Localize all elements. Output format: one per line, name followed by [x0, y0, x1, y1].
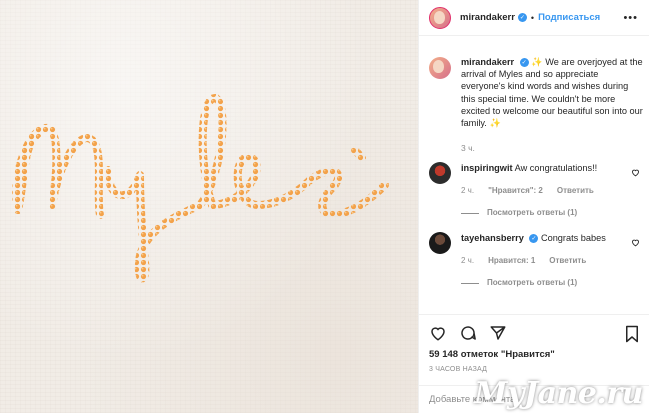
verified-badge-icon: ✓ — [529, 234, 539, 244]
comment-meta: 2 ч. Нравится: 1 Ответить — [461, 255, 621, 268]
comment-bubble-icon[interactable] — [459, 324, 477, 342]
view-replies-button[interactable]: Посмотреть ответы (1) — [461, 207, 621, 220]
view-replies-label[interactable]: Посмотреть ответы (1) — [487, 207, 577, 220]
comment-username[interactable]: inspiringwit — [461, 163, 513, 173]
comment-time[interactable]: 2 ч. — [461, 185, 474, 198]
commenter-avatar[interactable] — [429, 162, 451, 184]
author-avatar[interactable] — [429, 6, 451, 29]
view-replies-button[interactable]: Посмотреть ответы (1) — [461, 277, 621, 290]
caption-avatar[interactable] — [429, 57, 451, 79]
post-side-panel: mirandakerr ✓ • Подписаться ••• mirandak… — [418, 0, 649, 413]
posted-time[interactable]: 3 ЧАСОВ НАЗАД — [429, 366, 487, 373]
replies-divider — [461, 282, 479, 284]
more-horizontal-icon[interactable]: ••• — [623, 12, 638, 24]
sparkles-emoji-icon: ✨ — [489, 118, 501, 129]
post-header: mirandakerr ✓ • Подписаться ••• — [419, 0, 649, 36]
separator-dot: • — [530, 12, 535, 23]
caption-text-block: mirandakerr ✓ ✨ We are overjoyed at the … — [461, 56, 644, 129]
post-photo[interactable] — [0, 0, 418, 413]
caption-time[interactable]: 3 ч. — [461, 143, 644, 153]
comment-time[interactable]: 2 ч. — [461, 255, 474, 268]
author-username[interactable]: mirandakerr — [460, 12, 515, 23]
comment-meta: 2 ч. "Нравится": 2 Ответить — [461, 185, 621, 198]
comment-item: tayehansberry ✓ Congrats babes 2 ч. Нрав… — [429, 232, 644, 290]
likes-count[interactable]: 59 148 отметок "Нравится" — [429, 349, 555, 360]
post-caption: mirandakerr ✓ ✨ We are overjoyed at the … — [429, 56, 644, 153]
view-replies-label[interactable]: Посмотреть ответы (1) — [487, 277, 577, 290]
comment-likes[interactable]: "Нравится": 2 — [488, 185, 543, 198]
replies-divider — [461, 212, 479, 214]
comment-text: Congrats babes — [540, 233, 606, 243]
comment-likes[interactable]: Нравится: 1 — [488, 255, 535, 268]
commenter-avatar[interactable] — [429, 232, 451, 254]
sparkles-emoji-icon: ✨ — [531, 57, 543, 67]
verified-badge-icon: ✓ — [519, 58, 529, 68]
comment-item: inspiringwit Aw congratulations!! 2 ч. "… — [429, 162, 644, 220]
verified-badge-icon: ✓ — [517, 13, 527, 22]
caption-username[interactable]: mirandakerr — [461, 57, 514, 67]
comment-body: inspiringwit Aw congratulations!! 2 ч. "… — [461, 162, 621, 220]
comment-body: tayehansberry ✓ Congrats babes 2 ч. Нрав… — [461, 232, 621, 290]
instagram-post-view: mirandakerr ✓ • Подписаться ••• mirandak… — [0, 0, 649, 413]
follow-button[interactable]: Подписаться — [538, 12, 600, 23]
like-heart-icon[interactable] — [429, 324, 447, 342]
reply-button[interactable]: Ответить — [557, 185, 594, 198]
like-comment-heart-icon[interactable] — [631, 168, 640, 177]
add-comment-input[interactable]: Добавьте коммента — [419, 385, 649, 413]
bookmark-icon[interactable] — [624, 325, 640, 345]
share-paper-plane-icon[interactable] — [489, 324, 507, 342]
like-comment-heart-icon[interactable] — [631, 238, 640, 247]
post-actions-bar — [419, 314, 649, 350]
reply-button[interactable]: Ответить — [549, 255, 586, 268]
comment-username[interactable]: tayehansberry — [461, 233, 524, 243]
embroidered-name-art — [12, 94, 389, 283]
comment-text: Aw congratulations!! — [514, 163, 598, 173]
